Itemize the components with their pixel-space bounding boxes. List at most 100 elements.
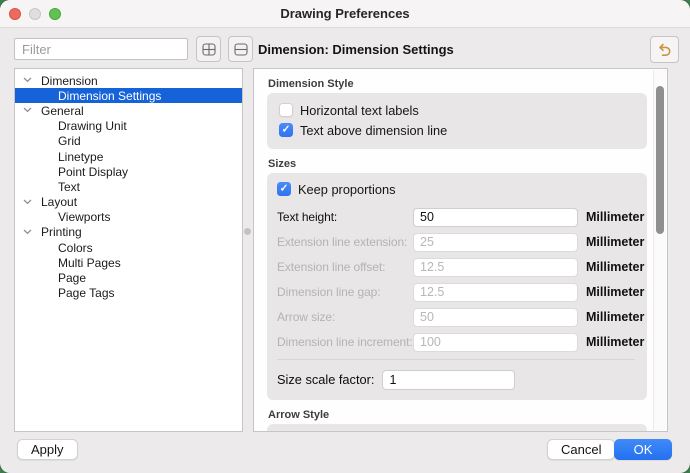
text-above-dimension-line-row[interactable]: Text above dimension line bbox=[279, 122, 635, 138]
splitter-handle[interactable] bbox=[244, 228, 251, 235]
dimension-line-increment-input bbox=[413, 333, 578, 352]
apply-button[interactable]: Apply bbox=[17, 439, 78, 460]
sidebar-item-linetype[interactable]: Linetype bbox=[15, 149, 242, 164]
extension-line-extension-input bbox=[413, 233, 578, 252]
section-title-arrow-style: Arrow Style bbox=[268, 409, 647, 421]
titlebar[interactable]: Drawing Preferences bbox=[0, 0, 690, 28]
sidebar-item-multi-pages[interactable]: Multi Pages bbox=[15, 255, 242, 270]
checkbox-label: Keep proportions bbox=[298, 182, 395, 197]
dimension-settings-panel: Dimension Style Horizontal text labels T… bbox=[253, 68, 668, 432]
sidebar-item-label: Dimension bbox=[41, 74, 98, 88]
window-title: Drawing Preferences bbox=[280, 6, 409, 21]
chevron-down-icon[interactable] bbox=[23, 77, 32, 83]
cancel-button[interactable]: Cancel bbox=[547, 439, 615, 460]
sidebar-item-grid[interactable]: Grid bbox=[15, 134, 242, 149]
horizontal-text-labels-row[interactable]: Horizontal text labels bbox=[279, 102, 635, 118]
sidebar-item-label: Linetype bbox=[58, 150, 103, 164]
ok-button[interactable]: OK bbox=[614, 439, 672, 460]
chevron-down-icon[interactable] bbox=[23, 199, 32, 205]
sidebar-item-general[interactable]: General bbox=[15, 103, 242, 118]
field-label: Text height: bbox=[277, 210, 413, 224]
field-label: Dimension line gap: bbox=[277, 285, 413, 299]
scrollbar-track[interactable] bbox=[653, 70, 666, 430]
extension-line-extension-row: Extension line extension: Millimeter bbox=[277, 232, 637, 252]
keep-proportions-row[interactable]: Keep proportions bbox=[277, 181, 637, 197]
sidebar-item-label: Drawing Unit bbox=[58, 119, 127, 133]
sidebar-item-page-tags[interactable]: Page Tags bbox=[15, 286, 242, 301]
field-label: Arrow size: bbox=[277, 310, 413, 324]
horizontal-text-labels-checkbox[interactable] bbox=[279, 103, 293, 117]
field-label: Size scale factor: bbox=[277, 372, 374, 387]
expand-all-button[interactable] bbox=[196, 36, 221, 62]
sidebar-item-label: Point Display bbox=[58, 165, 128, 179]
sidebar-item-page[interactable]: Page bbox=[15, 270, 242, 285]
undo-arrow-icon bbox=[657, 43, 672, 57]
dimension-line-gap-row: Dimension line gap: Millimeter bbox=[277, 282, 637, 302]
zoom-icon[interactable] bbox=[49, 8, 61, 20]
sidebar-item-label: Page Tags bbox=[58, 286, 115, 300]
section-title-dimension-style: Dimension Style bbox=[268, 78, 647, 90]
panel-title: Dimension: Dimension Settings bbox=[258, 42, 454, 57]
sidebar-item-viewports[interactable]: Viewports bbox=[15, 210, 242, 225]
sidebar-item-colors[interactable]: Colors bbox=[15, 240, 242, 255]
sidebar-item-text[interactable]: Text bbox=[15, 179, 242, 194]
chevron-down-icon[interactable] bbox=[23, 107, 32, 113]
sidebar-item-label: Viewports bbox=[58, 210, 110, 224]
sidebar-item-label: Dimension Settings bbox=[58, 89, 161, 103]
traffic-lights bbox=[9, 8, 61, 20]
sidebar-item-label: Text bbox=[58, 180, 80, 194]
section-title-sizes: Sizes bbox=[268, 158, 647, 170]
sidebar-item-point-display[interactable]: Point Display bbox=[15, 164, 242, 179]
sidebar-item-label: Page bbox=[58, 271, 86, 285]
unit-label: Millimeter bbox=[578, 210, 644, 224]
chevron-down-icon[interactable] bbox=[23, 229, 32, 235]
size-scale-factor-row: Size scale factor: bbox=[277, 369, 637, 390]
unit-label: Millimeter bbox=[578, 260, 644, 274]
sidebar-item-label: General bbox=[41, 104, 84, 118]
field-label: Extension line extension: bbox=[277, 235, 413, 249]
text-height-input[interactable] bbox=[413, 208, 578, 227]
preferences-window: Drawing Preferences Dimension: Dimension… bbox=[0, 0, 690, 473]
text-above-dimension-line-checkbox[interactable] bbox=[279, 123, 293, 137]
sidebar-item-layout[interactable]: Layout bbox=[15, 195, 242, 210]
sidebar-item-label: Layout bbox=[41, 195, 77, 209]
sidebar-item-label: Colors bbox=[58, 241, 93, 255]
unit-label: Millimeter bbox=[578, 335, 644, 349]
toolbar: Dimension: Dimension Settings bbox=[0, 28, 690, 69]
sidebar-item-drawing-unit[interactable]: Drawing Unit bbox=[15, 119, 242, 134]
size-scale-factor-input[interactable] bbox=[382, 370, 515, 390]
sidebar-item-label: Grid bbox=[58, 134, 81, 148]
minimize-icon[interactable] bbox=[29, 8, 41, 20]
sidebar-item-dimension-settings[interactable]: Dimension Settings bbox=[15, 88, 242, 103]
sizes-group: Keep proportions Text height: Millimeter… bbox=[267, 173, 647, 400]
reset-button[interactable] bbox=[650, 36, 679, 63]
dimension-line-increment-row: Dimension line increment: Millimeter bbox=[277, 332, 637, 352]
checkbox-label: Text above dimension line bbox=[300, 123, 447, 138]
text-height-row: Text height: Millimeter bbox=[277, 207, 637, 227]
filter-input[interactable] bbox=[14, 38, 188, 60]
dimension-style-group: Horizontal text labels Text above dimens… bbox=[267, 93, 647, 149]
arrow-size-input bbox=[413, 308, 578, 327]
checkbox-label: Horizontal text labels bbox=[300, 103, 419, 118]
close-icon[interactable] bbox=[9, 8, 21, 20]
sidebar-item-label: Printing bbox=[41, 225, 82, 239]
arrow-style-group bbox=[267, 424, 647, 432]
extension-line-offset-row: Extension line offset: Millimeter bbox=[277, 257, 637, 277]
dimension-line-gap-input bbox=[413, 283, 578, 302]
keep-proportions-checkbox[interactable] bbox=[277, 182, 291, 196]
collapse-all-button[interactable] bbox=[228, 36, 253, 62]
unit-label: Millimeter bbox=[578, 285, 644, 299]
collapse-all-icon bbox=[234, 43, 248, 56]
field-label: Dimension line increment: bbox=[277, 335, 413, 349]
extension-line-offset-input bbox=[413, 258, 578, 277]
expand-all-icon bbox=[202, 43, 216, 56]
sidebar-item-printing[interactable]: Printing bbox=[15, 225, 242, 240]
unit-label: Millimeter bbox=[578, 310, 644, 324]
scrollbar-thumb[interactable] bbox=[656, 86, 664, 234]
settings-tree: Dimension Dimension Settings General Dra… bbox=[14, 68, 243, 432]
sidebar-item-label: Multi Pages bbox=[58, 256, 121, 270]
sidebar-item-dimension[interactable]: Dimension bbox=[15, 73, 242, 88]
unit-label: Millimeter bbox=[578, 235, 644, 249]
divider bbox=[277, 359, 635, 360]
arrow-size-row: Arrow size: Millimeter bbox=[277, 307, 637, 327]
